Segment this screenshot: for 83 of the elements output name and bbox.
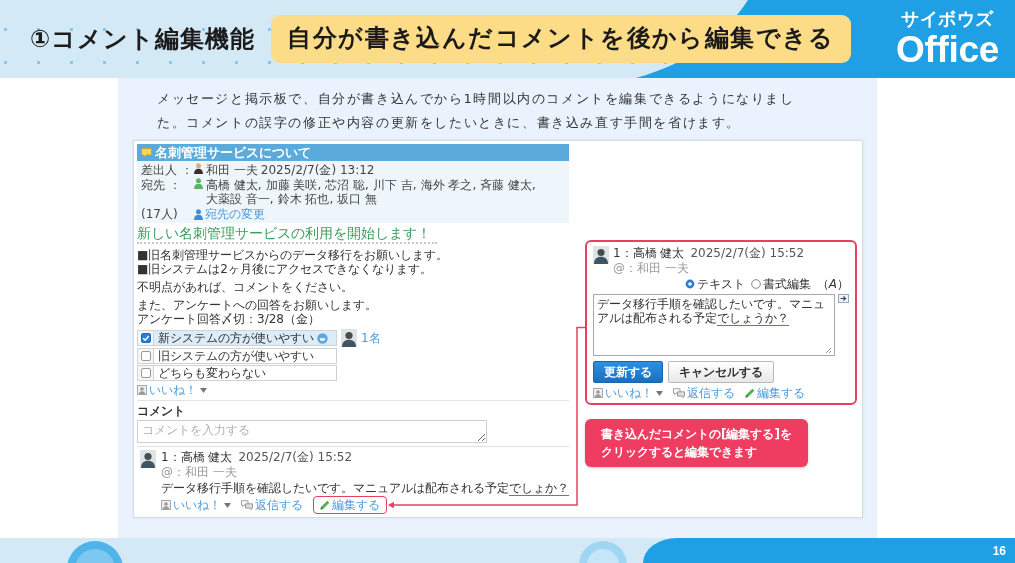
body-text: ■旧システムは2ヶ月後にアクセスできなくなります。: [137, 262, 433, 276]
mention-text: @：和田 一夫: [161, 465, 238, 479]
circle-decoration: [65, 538, 125, 563]
checkbox[interactable]: [140, 351, 151, 361]
radio-label: テキスト: [696, 277, 745, 291]
like-link[interactable]: いいね！: [161, 498, 221, 512]
body-text: また、アンケートへの回答をお願いします。: [137, 298, 378, 312]
body-text: アンケート回答〆切：3/28（金）: [137, 312, 321, 326]
recipient-name: 芯沼 聡,: [325, 178, 369, 192]
callout-text: クリックすると編集できます: [601, 444, 758, 461]
option-label: どちらも変わらない: [158, 366, 266, 380]
field-label: 差出人 ：: [141, 163, 191, 177]
checkbox[interactable]: [140, 368, 151, 378]
sent-time: 2025/2/7(金) 13:12: [260, 163, 375, 177]
recipient-name: 川下 吉,: [372, 178, 417, 192]
logo-text: サイボウズ: [901, 10, 994, 28]
recipient-name: 加藤 美咲,: [265, 178, 322, 192]
radio-label: 書式編集: [762, 277, 811, 291]
sender-name: 和田 一夫: [206, 163, 258, 177]
like-link[interactable]: いいね！: [593, 386, 653, 400]
speech-bubbles-icon: [241, 500, 253, 510]
recipient-name: 大薬設 音一,: [206, 192, 274, 206]
arrow-square-icon[interactable]: [838, 294, 849, 303]
headline-banner: 自分が書き込んだコメントを後から編集できる: [271, 15, 851, 63]
intro-text: メッセージと掲示板で、自分が書き込んでから1時間以内のコメントを編集できるようになりました。コメントの誤字の修正や内容の更新をしたいときに、書き込み直す手間を省けます。: [157, 90, 796, 132]
change-recipients-link[interactable]: 宛先の変更: [194, 207, 265, 221]
callout-text: 書き込んだコメントの[編集する]を: [601, 426, 792, 443]
cancel-button[interactable]: キャンセルする: [668, 361, 774, 383]
format-mark: （A）: [816, 277, 849, 291]
caret-icon[interactable]: [224, 502, 231, 508]
edit-link[interactable]: 編集する: [320, 498, 380, 512]
avatar-icon: [140, 450, 156, 468]
comment-edit-field[interactable]: データ移行手順を確認したいです。マニュアルは配布される予定でしょうか？: [593, 294, 835, 356]
person-icon: [194, 208, 203, 220]
recipient-count: (17人): [141, 207, 179, 221]
body-text: 不明点があれば、コメントをください。: [137, 280, 354, 294]
page-number: 16: [992, 542, 1006, 560]
comment-input[interactable]: コメントを入力する: [137, 420, 487, 443]
pencil-icon: [320, 500, 330, 510]
update-button[interactable]: 更新する: [593, 361, 663, 383]
message-subject: 名刺管理サービスについて: [155, 145, 311, 160]
message-title: 新しい名刺管理サービスの利用を開始します！: [137, 225, 432, 242]
edit-link[interactable]: 編集する: [745, 386, 805, 400]
person-square-icon: [593, 388, 603, 398]
logo-wordmark: Office: [895, 31, 999, 68]
voters-link[interactable]: 1名: [361, 331, 381, 345]
radio-button[interactable]: [750, 279, 761, 289]
slide-title: ①コメント編集機能: [30, 24, 256, 54]
comment-author: 1：高橋 健太: [161, 450, 233, 464]
smile-icon: [317, 332, 328, 344]
comment-author: 1：高橋 健太: [613, 246, 685, 260]
reply-link[interactable]: 返信する: [673, 386, 735, 400]
like-link[interactable]: いいね！: [137, 383, 197, 397]
caret-icon[interactable]: [200, 387, 207, 393]
recipient-name: 海外 孝之,: [420, 178, 477, 192]
pencil-icon: [745, 388, 755, 398]
recipient-name: 斉藤 健太,: [480, 178, 536, 192]
person-square-icon: [137, 385, 147, 395]
comment-time: 2025/2/7(金) 15:52: [238, 450, 353, 464]
circle-decoration: [578, 538, 628, 563]
body-text: ■旧名刺管理サービスからのデータ移行をお願いします。: [137, 248, 450, 262]
person-icon: [194, 163, 203, 174]
comment-heading: コメント: [137, 404, 186, 418]
recipient-name: 高橋 健太,: [206, 178, 262, 192]
resize-grip-icon: [825, 347, 831, 353]
caret-icon[interactable]: [656, 390, 663, 396]
comment-time: 2025/2/7(金) 15:52: [690, 246, 805, 260]
mention-text: @：和田 一夫: [613, 261, 690, 275]
speech-bubbles-icon: [673, 388, 685, 398]
speech-bubble-icon: [141, 147, 152, 158]
person-square-icon: [161, 500, 171, 510]
radio-button[interactable]: [684, 279, 695, 289]
recipient-name: 鈴木 拓也,: [277, 192, 334, 206]
avatar-icon: [593, 246, 609, 264]
reply-link[interactable]: 返信する: [241, 498, 303, 512]
comment-text: データ移行手順を確認したいです。マニュアルは配布される予定でしょか？: [161, 481, 569, 495]
recipient-name: 坂口 無: [337, 192, 378, 206]
person-icon: [194, 178, 203, 189]
field-label: 宛先 ：: [141, 178, 182, 192]
checkbox[interactable]: [140, 333, 151, 343]
option-label: 新システムの方が使いやすい: [158, 331, 314, 345]
avatar-icon: [341, 329, 357, 347]
option-label: 旧システムの方が使いやすい: [158, 349, 314, 363]
